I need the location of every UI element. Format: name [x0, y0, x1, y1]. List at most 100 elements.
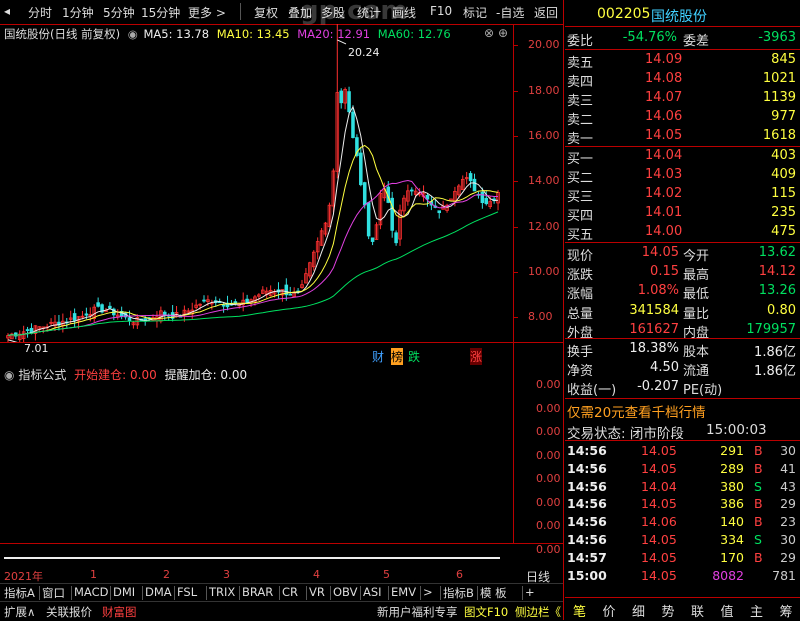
ask-row[interactable]: 卖一 14.05 1618 [565, 128, 800, 147]
price-axis-tick: 20.00 [528, 38, 560, 52]
tab-5min[interactable]: 5分钟 [103, 4, 135, 21]
marker-rise[interactable]: 涨 [470, 348, 483, 365]
indicator-dropdown-icon[interactable]: ◉ [4, 368, 14, 382]
indicator-tab[interactable]: DMI [113, 585, 135, 599]
ask-row[interactable]: 卖五 14.09 845 [565, 52, 800, 71]
f10-text-button[interactable]: 图文F10 [464, 604, 508, 620]
sidebar-toggle-button[interactable]: 侧边栏《 [515, 604, 561, 620]
panel-tab[interactable]: 联 [691, 601, 704, 620]
month-4: 4 [313, 568, 320, 581]
watermark: gp.com [300, 0, 408, 26]
tick-price: 14.04 [641, 478, 677, 494]
new-user-promo-link[interactable]: 新用户福利专享 [377, 604, 458, 620]
stat-row: 涨幅 1.08% 最低 13.26 [565, 283, 800, 302]
panel-tab[interactable]: 值 [721, 601, 734, 620]
indicator-tab[interactable]: 指标B [443, 585, 474, 601]
indicator-tab[interactable]: FSL [177, 585, 197, 599]
bid-row[interactable]: 买四 14.01 235 [565, 205, 800, 224]
indicator-tab[interactable]: ASI [363, 585, 382, 599]
indicator-tab[interactable]: EMV [391, 585, 416, 599]
bid-volume: 409 [771, 167, 796, 182]
ma5-line [7, 105, 499, 336]
bid-volume: 475 [771, 224, 796, 239]
bid-price: 14.00 [645, 224, 683, 239]
tab-more[interactable]: 更多 > [188, 4, 226, 21]
panel-tab[interactable]: 价 [603, 601, 616, 620]
indicator-tab[interactable]: OBV [333, 585, 357, 599]
indicator-tab[interactable]: BRAR [242, 585, 273, 599]
back-button[interactable]: 返回 [534, 4, 558, 21]
ask-volume: 977 [771, 109, 796, 124]
indicator-tab[interactable]: > [423, 585, 433, 599]
marker-fall[interactable]: 跌 [408, 348, 420, 365]
indicator-tab[interactable]: DMA [145, 585, 172, 599]
bid-volume: 115 [771, 186, 796, 201]
indicator-tab[interactable]: VR [309, 585, 325, 599]
stat-row: 现价 14.05 今开 13.62 [565, 245, 800, 264]
tab-minute[interactable]: 分时 [28, 4, 52, 21]
stat-label-2: 量比 [683, 306, 710, 322]
related-quote-button[interactable]: 关联报价 [46, 604, 92, 620]
candle-body [347, 91, 351, 113]
stat-row: 收益(一) -0.207 PE(动) [565, 379, 800, 398]
tab-15min[interactable]: 15分钟 [141, 4, 180, 21]
indicator-tab[interactable]: CR [282, 585, 298, 599]
panel-tab[interactable]: 势 [662, 601, 675, 620]
bid-row[interactable]: 买一 14.04 403 [565, 148, 800, 167]
indicator-tab-bar: 指标A 窗口 MACD DMI DMA FSL TRIX BRAR CR VR OBV ASI EMV >… [0, 583, 563, 601]
bid-level-label: 买三 [567, 190, 594, 205]
stat-value-2: 13.26 [758, 283, 796, 299]
candle-body [484, 197, 489, 205]
indicator-tab[interactable]: MACD [74, 585, 108, 599]
stat-label-2: 最高 [683, 268, 710, 284]
panel-tab[interactable]: 笔 [573, 601, 586, 620]
panel-tab[interactable]: 主 [750, 601, 763, 620]
mark-button[interactable]: 标记 [463, 4, 487, 21]
marker-finance[interactable]: 财 [372, 348, 384, 365]
self-select-button[interactable]: -自选 [496, 4, 524, 21]
candle-body [472, 178, 477, 192]
stat-value: 1.08% [637, 283, 679, 299]
month-2: 2 [163, 568, 170, 581]
panel-tab[interactable]: 细 [632, 601, 645, 620]
bid-volume: 235 [771, 205, 796, 220]
wealth-chart-button[interactable]: 财富图 [102, 604, 137, 620]
promo-link[interactable]: 仅需20元查看千档行情 [567, 401, 706, 421]
tab-1min[interactable]: 1分钟 [62, 4, 94, 21]
candle-body [108, 305, 112, 309]
stat-value: 18.38% [629, 341, 679, 356]
panel-tab[interactable]: 筹 [780, 601, 793, 620]
indicator-axis-tick: 0.00 [536, 472, 561, 485]
indicator-tab[interactable]: 指标A [4, 585, 35, 601]
tick-count: 30 [780, 443, 796, 458]
indicator-tab[interactable]: 窗口 [42, 585, 65, 601]
ask-row[interactable]: 卖二 14.06 977 [565, 109, 800, 128]
fuquan-button[interactable]: 复权 [254, 4, 278, 21]
tick-price: 14.05 [641, 443, 677, 458]
expand-button[interactable]: 扩展∧ [4, 604, 35, 620]
indicator-tab[interactable]: TRIX [209, 585, 235, 599]
ask-volume: 1618 [762, 128, 796, 143]
nav-back-icon[interactable]: ◂ [4, 4, 10, 18]
tick-time: 14:56 [567, 443, 607, 458]
candle-body [370, 237, 375, 242]
price-axis-tick: 18.00 [528, 83, 560, 97]
marker-rank[interactable]: 榜 [391, 348, 404, 365]
bid-row[interactable]: 买五 14.00 475 [565, 224, 800, 243]
tick-volume: 140 [720, 514, 744, 530]
bid-row[interactable]: 买三 14.02 115 [565, 186, 800, 205]
f10-button[interactable]: F10 [430, 4, 452, 18]
indicator-tab[interactable]: + [525, 585, 535, 599]
stat-label-2: 流通 [683, 364, 710, 380]
tick-row: 14:57 14.05 170 B 29 [565, 550, 800, 568]
tick-price: 14.05 [641, 549, 677, 565]
stat-label: 现价 [567, 249, 594, 264]
ask-row[interactable]: 卖四 14.08 1021 [565, 71, 800, 90]
ask-row[interactable]: 卖三 14.07 1139 [565, 90, 800, 109]
indicator-tab[interactable]: 模 板 [480, 585, 507, 601]
bid-row[interactable]: 买二 14.03 409 [565, 167, 800, 186]
ask-price: 14.05 [645, 128, 683, 143]
indicator-title[interactable]: 指标公式 [18, 368, 66, 382]
stat-label: 涨跌 [567, 268, 594, 284]
candle-body [202, 299, 206, 302]
